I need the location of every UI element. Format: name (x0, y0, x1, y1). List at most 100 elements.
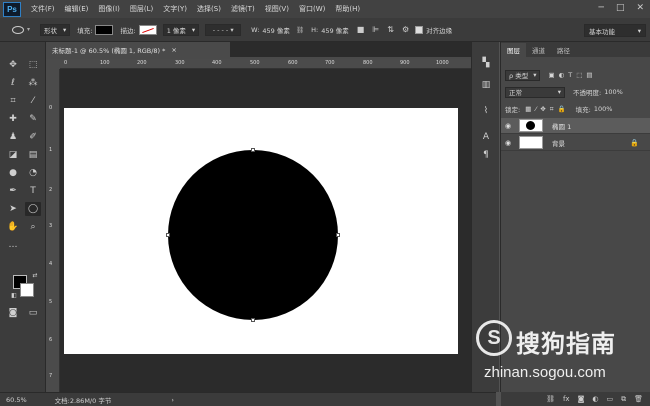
folder-icon[interactable]: ▭ (606, 395, 613, 403)
ruler-v-label: 0 (49, 105, 53, 111)
layer-filter-icons[interactable]: ▣◐T⬚▤ (548, 71, 596, 79)
menu-edit[interactable]: 编辑(E) (65, 4, 89, 14)
dodge-tool-icon[interactable]: ◔ (25, 166, 41, 180)
tab-channels[interactable]: 通道 (526, 43, 551, 57)
swap-colors-icon[interactable]: ⇄ (27, 268, 43, 282)
gradient-tool-icon[interactable]: ▤ (25, 148, 41, 162)
zoom-level[interactable]: 60.5% (6, 396, 27, 404)
menu-image[interactable]: 图像(I) (98, 4, 120, 14)
ellipse-tool-icon[interactable]: ◯ (25, 202, 41, 216)
maximize-icon[interactable]: □ (616, 3, 625, 13)
menu-window[interactable]: 窗口(W) (299, 4, 325, 14)
workspace-select[interactable]: 基本功能 ▾ (584, 24, 646, 37)
blend-mode-select[interactable]: 正常 ▾ (505, 86, 565, 98)
paragraph-panel-icon[interactable]: ¶ (479, 148, 493, 162)
ruler-h-label: 1000 (436, 60, 449, 66)
fill-field[interactable]: 100% (594, 105, 613, 113)
menu-help[interactable]: 帮助(H) (335, 4, 360, 14)
height-field[interactable]: 459 像素 (321, 25, 348, 35)
gear-icon[interactable]: ⚙ (402, 25, 409, 34)
stroke-width-select[interactable]: 1 像素 ▾ (162, 23, 200, 36)
tab-paths[interactable]: 路径 (551, 43, 576, 57)
path-alignment-icon[interactable]: ⊫ (372, 25, 379, 34)
blur-tool-icon[interactable]: ● (5, 166, 21, 180)
eraser-tool-icon[interactable]: ◪ (5, 148, 21, 162)
lock-icons[interactable]: ▦⁄✥⌗🔒 (525, 105, 569, 114)
pen-tool-icon[interactable]: ✒ (5, 184, 21, 198)
lasso-tool-icon[interactable]: ℓ (5, 76, 21, 90)
trash-icon[interactable]: 🗑 (634, 395, 643, 403)
layer-filter-select[interactable]: ρ 类型 ▾ (505, 69, 541, 81)
chevron-right-icon[interactable]: › (171, 396, 174, 404)
menu-view[interactable]: 视图(V) (265, 4, 289, 14)
width-field[interactable]: 459 像素 (262, 25, 289, 35)
crop-tool-icon[interactable]: ⌗ (5, 94, 21, 108)
opacity-field[interactable]: 100% (604, 88, 623, 96)
quick-mask-icon[interactable]: ◙ (5, 306, 21, 320)
history-brush-tool-icon[interactable]: ✐ (25, 130, 41, 144)
link-icon[interactable]: ⛓ (296, 26, 304, 34)
adjustment-icon[interactable]: ◐ (592, 395, 598, 403)
eye-icon[interactable]: ◉ (501, 139, 515, 147)
tab-layers[interactable]: 图层 (501, 43, 526, 57)
path-anchor-bottom[interactable] (251, 318, 255, 322)
menu-file[interactable]: 文件(F) (31, 4, 55, 14)
menu-filter[interactable]: 滤镜(T) (231, 4, 255, 14)
properties-panel-icon[interactable]: ▥ (479, 78, 493, 92)
type-tool-icon[interactable]: T (25, 184, 41, 198)
document-tab[interactable]: 未标题-1 @ 60.5% (椭圆 1, RGB/8) * × (46, 42, 230, 57)
menu-select[interactable]: 选择(S) (197, 4, 221, 14)
default-colors-icon[interactable]: ◧ (6, 288, 22, 302)
layer-name: 椭圆 1 (552, 122, 572, 131)
close-tab-icon[interactable]: × (171, 46, 176, 54)
path-selection-tool-icon[interactable]: ➤ (5, 202, 21, 216)
menu-type[interactable]: 文字(Y) (163, 4, 187, 14)
path-anchor-top[interactable] (251, 148, 255, 152)
paths-panel-icon[interactable]: ⌇ (479, 104, 493, 118)
align-edges-checkbox[interactable] (415, 25, 424, 34)
stroke-swatch[interactable] (138, 24, 157, 35)
history-panel-icon[interactable]: ▚ (479, 56, 493, 70)
zoom-tool-icon[interactable]: ⌕ (25, 220, 41, 234)
path-anchor-right[interactable] (336, 233, 340, 237)
quick-select-tool-icon[interactable]: ⁂ (25, 76, 41, 90)
stroke-type-select[interactable]: - - - - ▾ (205, 23, 242, 36)
watermark-logo: S (476, 320, 512, 356)
ruler-h-label: 600 (288, 60, 298, 66)
document-canvas[interactable] (64, 108, 458, 354)
character-panel-icon[interactable]: A (479, 130, 493, 144)
workspace-value: 基本功能 (589, 27, 615, 36)
fill-label: 填充: (77, 26, 93, 35)
fx-icon[interactable]: fx (563, 395, 570, 403)
mask-icon[interactable]: ◙ (578, 395, 585, 403)
layer-row[interactable]: ◉ 背景 🔒 (501, 135, 650, 151)
clone-stamp-tool-icon[interactable]: ♟ (5, 130, 21, 144)
marquee-tool-icon[interactable]: ⬚ (25, 58, 41, 72)
move-tool-icon[interactable]: ✥ (5, 58, 21, 72)
menu-layer[interactable]: 图层(L) (130, 4, 153, 14)
fill-swatch[interactable] (95, 24, 114, 35)
eye-icon[interactable]: ◉ (501, 122, 515, 130)
path-operations-icon[interactable]: ■ (357, 25, 365, 34)
background-color-swatch[interactable] (20, 283, 34, 297)
layer-row[interactable]: ◉ 椭圆 1 (501, 118, 650, 134)
width-label: W: (251, 25, 260, 34)
shape-mode-select[interactable]: 形状 ▾ (40, 23, 71, 36)
screen-mode-icon[interactable]: ▭ (25, 306, 41, 320)
path-arrangement-icon[interactable]: ⇅ (387, 25, 394, 34)
brush-tool-icon[interactable]: ✎ (25, 112, 41, 126)
more-tools-icon[interactable]: … (5, 238, 21, 252)
ellipse-tool-preset-icon[interactable] (12, 25, 24, 34)
horizontal-ruler[interactable]: 0 100 200 300 400 500 600 700 800 900 10… (60, 59, 496, 69)
link-icon[interactable]: ⛓ (546, 395, 555, 403)
ellipse-shape[interactable] (168, 150, 338, 320)
chevron-down-icon[interactable]: ▾ (27, 26, 30, 33)
vertical-ruler[interactable]: 0 1 2 3 4 5 6 7 (46, 69, 60, 392)
hand-tool-icon[interactable]: ✋ (5, 220, 21, 234)
healing-brush-tool-icon[interactable]: ✚ (5, 112, 21, 126)
minimize-icon[interactable]: ─ (599, 3, 604, 13)
close-icon[interactable]: ✕ (636, 3, 644, 13)
window-controls: ─ □ ✕ (599, 3, 644, 13)
eyedropper-tool-icon[interactable]: ⁄ (25, 94, 41, 108)
path-anchor-left[interactable] (166, 233, 170, 237)
